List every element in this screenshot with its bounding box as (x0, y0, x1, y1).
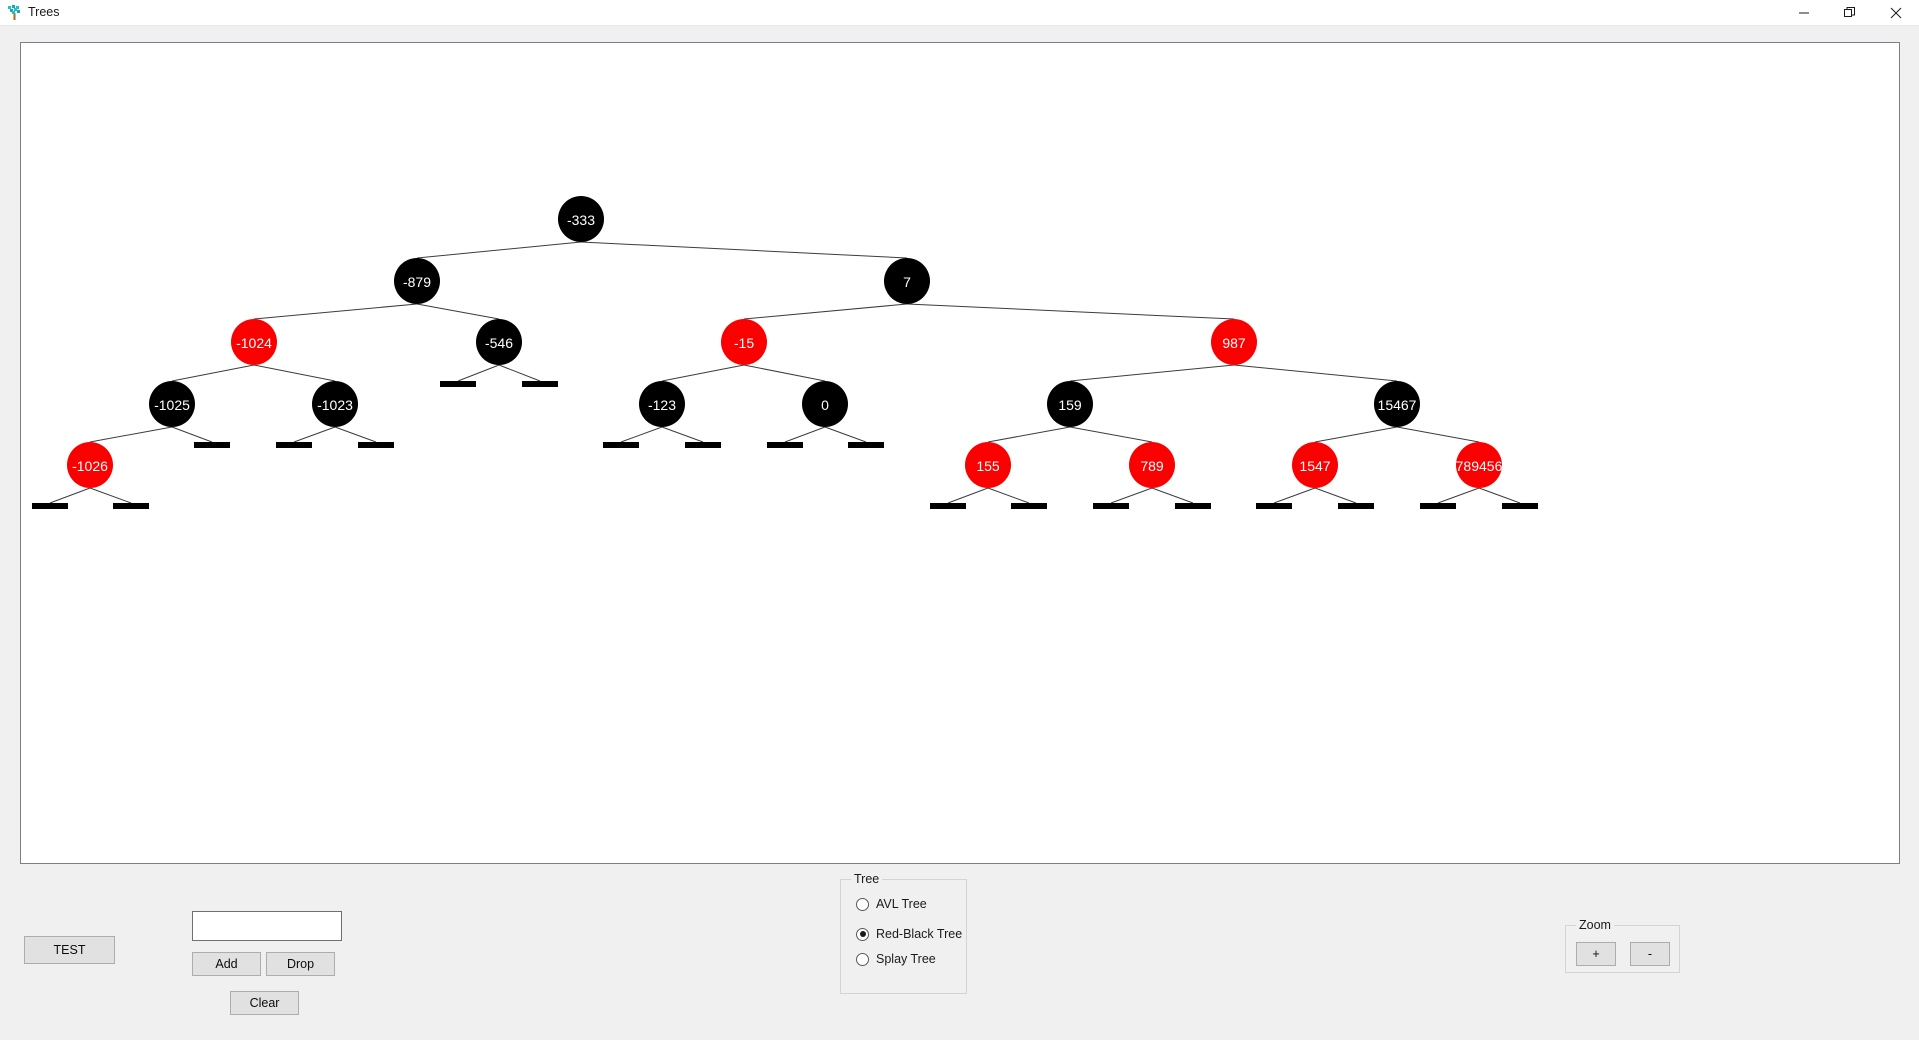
drop-button[interactable]: Drop (266, 952, 335, 976)
tree-node[interactable]: 15467 (1374, 381, 1420, 427)
tree-node-label: -1024 (236, 335, 272, 351)
tree-node-label: -1026 (72, 458, 108, 474)
tree-node[interactable]: 789 (1129, 442, 1175, 488)
null-leaf (685, 442, 721, 448)
tree-node-label: 789456 (1456, 458, 1503, 474)
tree-node-label: -879 (403, 274, 431, 290)
null-leaf (603, 442, 639, 448)
zoom-out-button[interactable]: - (1630, 942, 1670, 966)
tree-canvas[interactable]: -333 -879 7 -1024 -546 -15 987 -1025 -1023 -123 0 1… (20, 42, 1900, 864)
test-button[interactable]: TEST (24, 936, 115, 964)
tree-node-label: -546 (485, 335, 513, 351)
tree-node-label: -15 (734, 335, 754, 351)
tree-node-label: -1023 (317, 397, 353, 413)
null-leaf (1175, 503, 1211, 509)
null-leaf (930, 503, 966, 509)
radio-avl-tree-mark (856, 897, 869, 911)
null-leaf (522, 381, 558, 387)
tree-node[interactable]: 159 (1047, 381, 1093, 427)
null-leaf (1011, 503, 1047, 509)
tree-node[interactable]: 155 (965, 442, 1011, 488)
radio-splay-tree-label: Splay Tree (876, 952, 936, 966)
tree-node[interactable]: 987 (1211, 319, 1257, 365)
tree-node[interactable]: 0 (802, 381, 848, 427)
radio-avl-tree-label: AVL Tree (876, 897, 927, 911)
radio-red-black-tree-mark (856, 927, 869, 941)
radio-avl-tree[interactable]: AVL Tree (856, 897, 927, 911)
tree-node[interactable]: -1024 (231, 319, 277, 365)
add-button[interactable]: Add (192, 952, 261, 976)
null-leaf (1093, 503, 1129, 509)
tree-node[interactable]: -879 (394, 258, 440, 304)
tree-node[interactable]: -1025 (149, 381, 195, 427)
null-leaf (358, 442, 394, 448)
tree-node[interactable]: -333 (558, 196, 604, 242)
close-button[interactable] (1873, 0, 1919, 25)
null-leaf (194, 442, 230, 448)
tree-node[interactable]: -546 (476, 319, 522, 365)
tree-node-label: 987 (1222, 335, 1246, 351)
radio-splay-tree-mark (856, 952, 869, 966)
null-leaf (32, 503, 68, 509)
radio-red-black-tree[interactable]: Red-Black Tree (856, 927, 962, 941)
zoom-in-button[interactable]: + (1576, 942, 1616, 966)
null-leaf (276, 442, 312, 448)
null-leaf (113, 503, 149, 509)
tree-node-label: 7 (903, 274, 911, 290)
radio-splay-tree[interactable]: Splay Tree (856, 952, 936, 966)
restore-button[interactable] (1827, 0, 1873, 25)
minimize-button[interactable] (1781, 0, 1827, 25)
null-leaf (440, 381, 476, 387)
tree-node-label: 159 (1058, 397, 1082, 413)
null-leaf (1338, 503, 1374, 509)
tree-node[interactable]: 1547 (1292, 442, 1338, 488)
value-input[interactable] (192, 911, 342, 941)
null-leaf (1502, 503, 1538, 509)
tree-visualization: -333 -879 7 -1024 -546 -15 987 -1025 -1023 -123 0 1… (32, 196, 1538, 509)
tree-node[interactable]: -15 (721, 319, 767, 365)
tree-node-label: 0 (821, 397, 829, 413)
null-leaf (1256, 503, 1292, 509)
zoom-group-title: Zoom (1576, 918, 1614, 932)
tree-icon (6, 4, 23, 21)
tree-node[interactable]: -1023 (312, 381, 358, 427)
tree-node-label: -333 (567, 212, 595, 228)
tree-node-label: 789 (1140, 458, 1164, 474)
tree-node-label: -123 (648, 397, 676, 413)
tree-node-label: 1547 (1299, 458, 1330, 474)
tree-node-label: 155 (976, 458, 1000, 474)
null-leaf (848, 442, 884, 448)
null-leaf (767, 442, 803, 448)
title-bar: Trees (0, 0, 1919, 26)
null-leaf (1420, 503, 1456, 509)
radio-red-black-tree-label: Red-Black Tree (876, 927, 963, 941)
tree-node[interactable]: -1026 (67, 442, 113, 488)
tree-node[interactable]: 7 (884, 258, 930, 304)
tree-node[interactable]: 789456 (1456, 442, 1503, 488)
tree-group-title: Tree (851, 872, 883, 886)
clear-button[interactable]: Clear (230, 991, 299, 1015)
window-title: Trees (28, 5, 60, 19)
tree-node[interactable]: -123 (639, 381, 685, 427)
tree-node-label: -1025 (154, 397, 190, 413)
tree-type-group: Tree AVL Tree Red-Black Tree Splay Tree (840, 872, 967, 994)
tree-node-label: 15467 (1378, 397, 1417, 413)
